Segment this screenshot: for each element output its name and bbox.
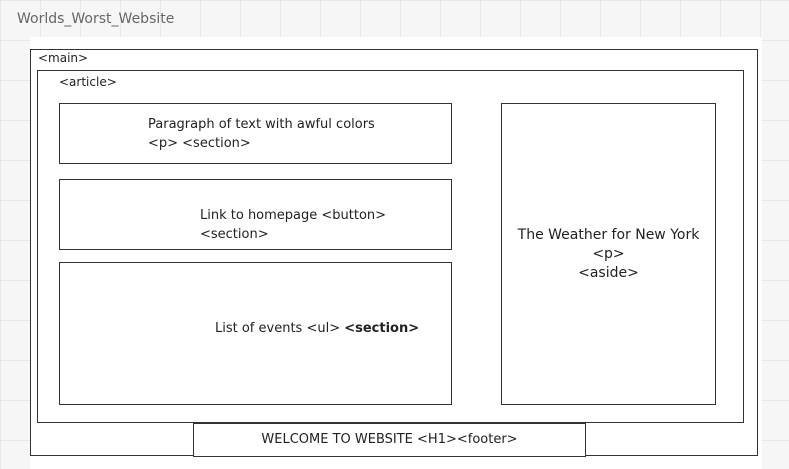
- footer-text: WELCOME TO WEBSITE <H1><footer>: [261, 432, 518, 447]
- paragraph-section-line1: Paragraph of text with awful colors: [148, 117, 375, 132]
- link-section-text: Link to homepage <button> <section>: [200, 208, 387, 242]
- aside-text: The Weather for New York <p> <aside>: [501, 226, 716, 283]
- main-label: <main>: [38, 51, 89, 65]
- board-title: Worlds_Worst_Website: [17, 11, 175, 27]
- events-section-tag: <section>: [344, 321, 420, 336]
- aside-line1: The Weather for New York: [517, 227, 700, 243]
- events-section-text: List of events <ul> <section>: [215, 319, 445, 338]
- aside-line2: <p>: [592, 246, 625, 262]
- events-section-label: List of events <ul>: [215, 321, 345, 336]
- paragraph-section-line2: <p> <section>: [148, 136, 251, 151]
- aside-line3: <aside>: [578, 265, 639, 281]
- article-label: <article>: [59, 75, 117, 89]
- paragraph-section-text: Paragraph of text with awful colors <p> …: [148, 115, 448, 153]
